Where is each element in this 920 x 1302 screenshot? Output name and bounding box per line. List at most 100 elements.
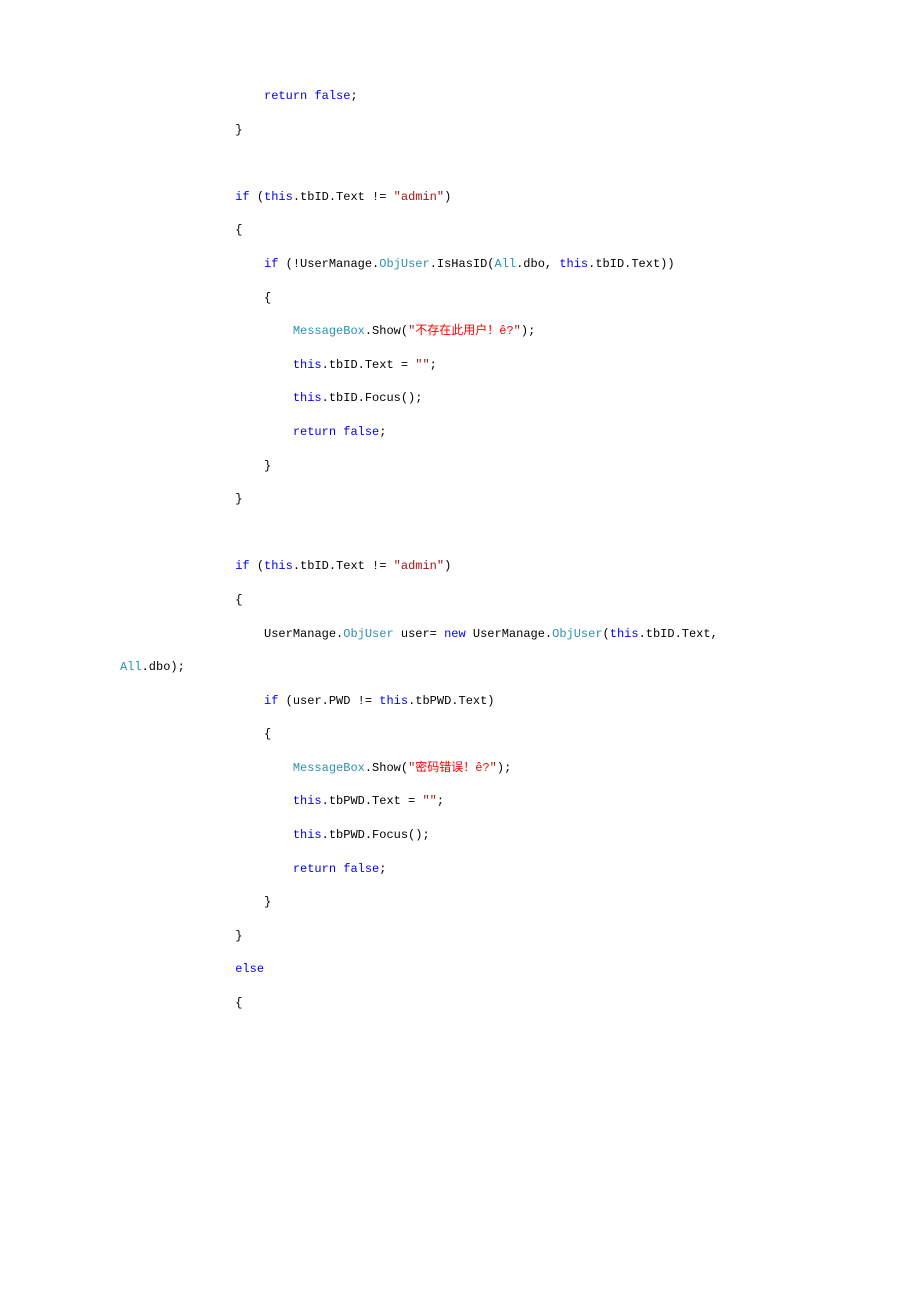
token: .dbo); bbox=[142, 660, 185, 674]
token: ); bbox=[497, 761, 511, 775]
token: (!UserManage. bbox=[278, 257, 379, 271]
token: ) bbox=[444, 190, 451, 204]
token: MessageBox bbox=[293, 324, 365, 338]
token: .tbPWD.Text = bbox=[322, 794, 423, 808]
token: .IsHasID( bbox=[430, 257, 495, 271]
token: 不存在此用户！ê? bbox=[415, 324, 513, 338]
code-line: MessageBox.Show("不存在此用户！ê?"); bbox=[0, 315, 920, 349]
token: " bbox=[490, 761, 497, 775]
token: this bbox=[264, 559, 293, 573]
code-line: } bbox=[0, 114, 920, 148]
token: All bbox=[495, 257, 517, 271]
code-document: return false; } if (this.tbID.Text != "a… bbox=[0, 0, 920, 1101]
token: .tbID.Text = bbox=[322, 358, 416, 372]
code-line: return false; bbox=[0, 853, 920, 887]
token: .Show( bbox=[365, 324, 408, 338]
token: if bbox=[264, 257, 278, 271]
code-line: this.tbID.Text = ""; bbox=[0, 349, 920, 383]
token: if bbox=[235, 559, 249, 573]
token: (user.PWD != bbox=[278, 694, 379, 708]
token: UserManage. bbox=[466, 627, 552, 641]
token: .tbPWD.Focus(); bbox=[322, 828, 430, 842]
token: this bbox=[293, 794, 322, 808]
code-line: if (!UserManage.ObjUser.IsHasID(All.dbo,… bbox=[0, 248, 920, 282]
token: "admin" bbox=[394, 559, 444, 573]
token: { bbox=[235, 223, 242, 237]
token: ; bbox=[430, 358, 437, 372]
token: } bbox=[235, 492, 242, 506]
token: new bbox=[444, 627, 466, 641]
token: return bbox=[293, 862, 336, 876]
code-line: if (user.PWD != this.tbPWD.Text) bbox=[0, 685, 920, 719]
code-line: { bbox=[0, 584, 920, 618]
code-line: } bbox=[0, 920, 920, 954]
code-line bbox=[0, 147, 920, 181]
code-line: this.tbPWD.Text = ""; bbox=[0, 785, 920, 819]
token: "" bbox=[422, 794, 436, 808]
token: this bbox=[264, 190, 293, 204]
token: 密码错误！ê? bbox=[415, 761, 489, 775]
token: if bbox=[235, 190, 249, 204]
token: ( bbox=[603, 627, 610, 641]
token: } bbox=[235, 929, 242, 943]
code-line: if (this.tbID.Text != "admin") bbox=[0, 550, 920, 584]
token: this bbox=[293, 828, 322, 842]
token: this bbox=[379, 694, 408, 708]
token: return bbox=[264, 89, 307, 103]
token: .tbID.Text != bbox=[293, 190, 394, 204]
token: } bbox=[264, 895, 271, 909]
code-line: if (this.tbID.Text != "admin") bbox=[0, 181, 920, 215]
token: false bbox=[314, 89, 350, 103]
token: .tbID.Text, bbox=[639, 627, 718, 641]
token: UserManage. bbox=[264, 627, 343, 641]
token: this bbox=[610, 627, 639, 641]
token: ( bbox=[250, 559, 264, 573]
token: .Show( bbox=[365, 761, 408, 775]
token: "" bbox=[415, 358, 429, 372]
code-line bbox=[0, 517, 920, 551]
token: } bbox=[235, 123, 242, 137]
token: ) bbox=[444, 559, 451, 573]
token: false bbox=[343, 862, 379, 876]
token: { bbox=[235, 593, 242, 607]
token: ; bbox=[350, 89, 357, 103]
token: ObjUser bbox=[552, 627, 602, 641]
token: } bbox=[264, 459, 271, 473]
token: ); bbox=[521, 324, 535, 338]
token: ObjUser bbox=[379, 257, 429, 271]
token: { bbox=[264, 291, 271, 305]
code-line: this.tbID.Focus(); bbox=[0, 382, 920, 416]
token: .tbID.Text != bbox=[293, 559, 394, 573]
code-line: return false; bbox=[0, 416, 920, 450]
token: ; bbox=[379, 425, 386, 439]
token: .dbo, bbox=[516, 257, 559, 271]
code-line: All.dbo); bbox=[0, 651, 920, 685]
token: user= bbox=[394, 627, 444, 641]
token: .tbID.Focus(); bbox=[322, 391, 423, 405]
token: if bbox=[264, 694, 278, 708]
code-line: } bbox=[0, 483, 920, 517]
token: ObjUser bbox=[343, 627, 393, 641]
code-line: { bbox=[0, 282, 920, 316]
code-line: { bbox=[0, 987, 920, 1021]
token: else bbox=[235, 962, 264, 976]
token: .tbPWD.Text) bbox=[408, 694, 494, 708]
token: ; bbox=[437, 794, 444, 808]
token: "admin" bbox=[394, 190, 444, 204]
code-line: MessageBox.Show("密码错误！ê?"); bbox=[0, 752, 920, 786]
token: All bbox=[120, 660, 142, 674]
token: { bbox=[235, 996, 242, 1010]
token: " bbox=[514, 324, 521, 338]
code-line: } bbox=[0, 886, 920, 920]
token: ( bbox=[250, 190, 264, 204]
code-line: } bbox=[0, 450, 920, 484]
code-line: { bbox=[0, 214, 920, 248]
code-line: { bbox=[0, 718, 920, 752]
token: return bbox=[293, 425, 336, 439]
token: false bbox=[343, 425, 379, 439]
token: ; bbox=[379, 862, 386, 876]
token: .tbID.Text)) bbox=[588, 257, 674, 271]
token: { bbox=[264, 727, 271, 741]
token: this bbox=[293, 391, 322, 405]
token: this bbox=[559, 257, 588, 271]
